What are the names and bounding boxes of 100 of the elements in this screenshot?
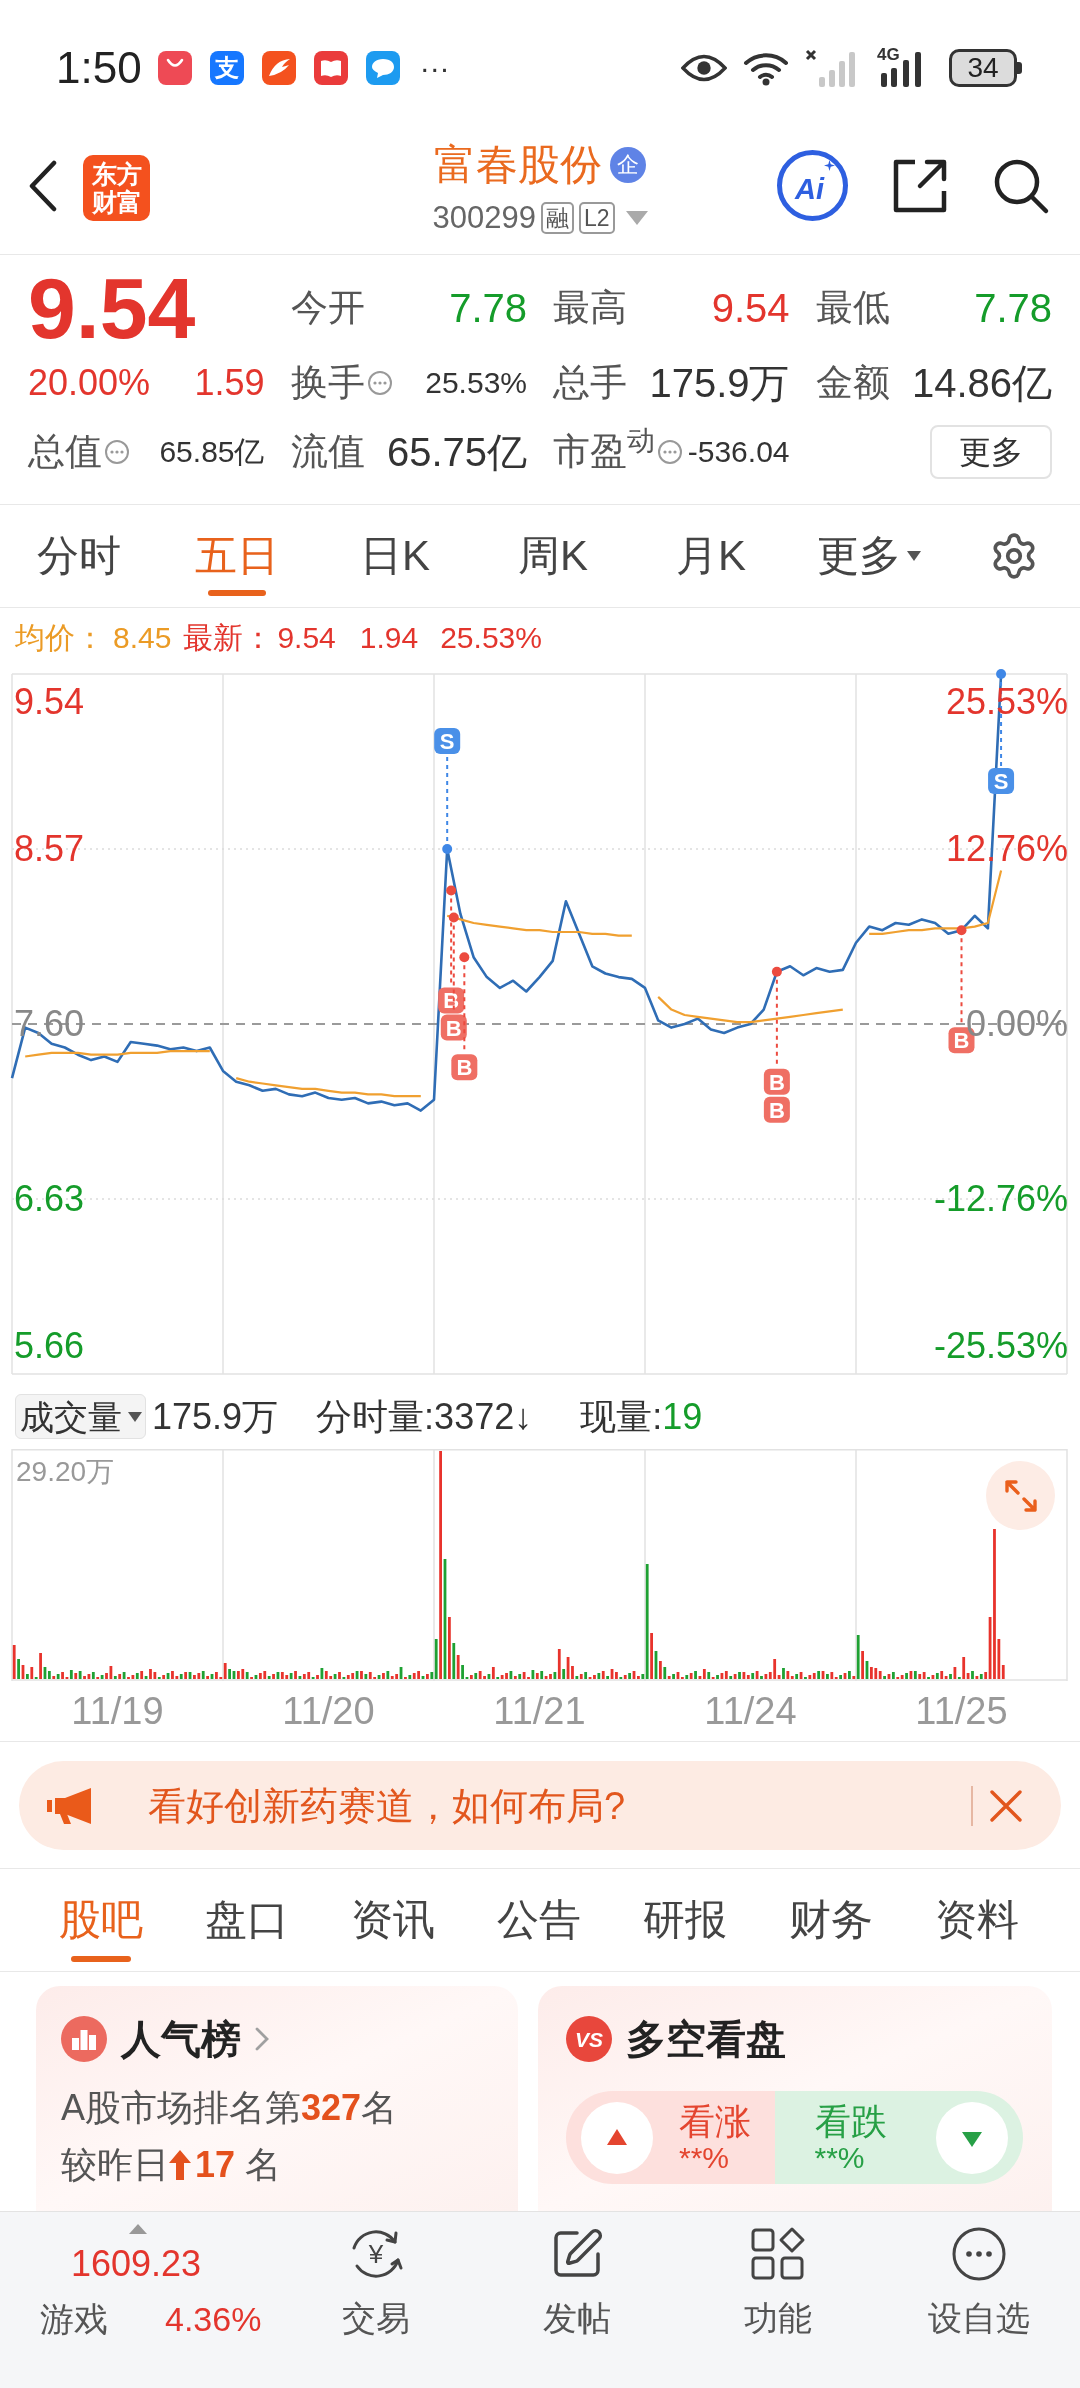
more-button[interactable]: 更多 xyxy=(930,425,1052,479)
sparkle-icon xyxy=(824,160,835,171)
info-icon[interactable] xyxy=(104,439,130,465)
price-axis-label: 8.57 xyxy=(14,827,85,871)
section-tab[interactable]: 资讯 xyxy=(320,1869,466,1971)
percent-change-value: 25.53% xyxy=(440,623,542,653)
price-axis-label: 5.66 xyxy=(14,1324,85,1368)
section-tab[interactable]: 财务 xyxy=(758,1869,904,1971)
shopping-bag-app-icon xyxy=(157,50,192,85)
section-tab[interactable]: 资料 xyxy=(904,1869,1050,1971)
clock-time: 1:50 xyxy=(56,45,142,90)
rank-change-value: 17 名 xyxy=(195,2147,282,2183)
date-axis-label: 11/19 xyxy=(71,1692,164,1730)
more-options-icon xyxy=(950,2226,1007,2282)
popularity-card[interactable]: 人气榜 A股市场排名第327名 较昨日 17 名 xyxy=(36,1986,518,2211)
info-icon[interactable] xyxy=(366,370,393,396)
nav-item[interactable]: 发帖 xyxy=(476,2212,677,2388)
price-axis-label: 9.54 xyxy=(14,680,85,724)
expand-icon xyxy=(1003,1478,1038,1513)
percent-change: 20.00% xyxy=(28,365,151,401)
stat-value: 25.53% xyxy=(425,368,527,398)
rank-text: A股市场排名第327名 xyxy=(61,2090,398,2126)
nav-item[interactable]: 设自选 xyxy=(878,2212,1079,2388)
price-change: 1.59 xyxy=(194,365,265,401)
more-notifications-text: ··· xyxy=(419,52,450,83)
date-axis-label: 11/24 xyxy=(704,1692,797,1730)
latest-price-label: 最新： xyxy=(183,623,274,653)
price-change-value: 1.94 xyxy=(359,623,419,653)
total-volume: 175.9万 xyxy=(152,1398,279,1435)
market-index-ticker[interactable]: 1609.23 游戏 4.36% xyxy=(0,2212,275,2388)
stock-tag: L2 xyxy=(578,202,615,234)
stock-code: 300299 xyxy=(432,200,536,236)
volume-stat: 分时量:3372↓ xyxy=(316,1398,533,1435)
chat-app-icon xyxy=(365,50,400,85)
card-title: 人气榜 xyxy=(121,2019,241,2059)
stock-tag: 融 xyxy=(540,202,574,234)
stat-label: 最低 xyxy=(815,286,890,330)
dropdown-caret-icon[interactable] xyxy=(625,211,648,225)
date-axis-label: 11/21 xyxy=(493,1692,586,1730)
payment-app-icon: 支 xyxy=(209,50,244,85)
percent-axis-label: -25.53% xyxy=(933,1324,1068,1368)
rank-change-label: 较昨日 xyxy=(61,2147,169,2183)
close-button[interactable] xyxy=(989,1788,1023,1823)
stat-label: 总值 xyxy=(28,430,102,474)
average-price-label: 均价： xyxy=(15,623,105,653)
book-app-icon xyxy=(313,50,348,85)
stat-value: 7.78 xyxy=(974,288,1052,328)
stat-value: 175.9万 xyxy=(649,363,790,403)
ai-assistant-button[interactable]: Ai xyxy=(777,150,848,221)
nav-item[interactable]: ¥ 交易 xyxy=(275,2212,476,2388)
stat-label: 总手 xyxy=(553,361,627,405)
stat-value: 7.78 xyxy=(449,288,527,328)
info-icon[interactable] xyxy=(657,439,683,465)
stat-value: 65.85亿 xyxy=(159,437,265,467)
apps-grid-icon xyxy=(749,2226,806,2282)
average-price-value: 8.45 xyxy=(113,623,172,653)
section-tab[interactable]: 研报 xyxy=(612,1869,758,1971)
chart-tab[interactable]: 分时 xyxy=(0,505,158,607)
latest-price-value: 9.54 xyxy=(277,623,336,653)
stat-label: 最高 xyxy=(553,286,627,330)
stat-value: 65.75亿 xyxy=(386,432,527,472)
stock-name: 富春股份 xyxy=(434,140,602,190)
chart-tab[interactable]: 周K xyxy=(474,505,632,607)
date-axis-label: 11/20 xyxy=(282,1692,375,1730)
versus-icon: VS xyxy=(566,2016,612,2062)
stat-value: 9.54 xyxy=(711,288,790,328)
enterprise-mark-icon: 企 xyxy=(610,147,646,183)
chart-tab[interactable]: 月K xyxy=(632,505,790,607)
percent-axis-label: -12.76% xyxy=(933,1177,1068,1221)
feather-app-icon xyxy=(261,50,296,85)
caret-icon xyxy=(907,551,921,561)
price-axis-label: 6.63 xyxy=(14,1177,85,1221)
caret-icon xyxy=(127,1411,142,1422)
stat-value: 14.86亿 xyxy=(911,363,1052,403)
stat-label: 金额 xyxy=(815,361,890,405)
share-icon[interactable] xyxy=(891,157,949,215)
stat-label: 流值 xyxy=(290,430,365,474)
search-icon[interactable] xyxy=(992,157,1050,215)
stat-value: -536.04 xyxy=(687,437,790,467)
close-icon xyxy=(990,1789,1022,1822)
eye-icon xyxy=(681,52,727,83)
nav-item[interactable]: 功能 xyxy=(677,2212,878,2388)
volume-max-label: 29.20万 xyxy=(16,1455,115,1489)
volume-indicator-dropdown[interactable]: 成交量 xyxy=(15,1394,146,1439)
caret-up-icon xyxy=(129,2224,147,2234)
section-tab[interactable]: 公告 xyxy=(466,1869,612,1971)
volume-stat: 现量:19 xyxy=(580,1398,703,1435)
last-price: 9.54 xyxy=(28,265,196,351)
back-icon[interactable] xyxy=(28,160,58,212)
stat-label: 今开 xyxy=(290,286,365,330)
chart-tab[interactable]: 更多 xyxy=(790,505,948,607)
date-axis-label: 11/25 xyxy=(915,1692,1008,1730)
chevron-right-icon xyxy=(255,2027,269,2051)
stat-label: 换手 xyxy=(290,361,365,405)
section-tab[interactable]: 盘口 xyxy=(174,1869,320,1971)
podium-icon xyxy=(61,2016,107,2062)
card-title: 多空看盘 xyxy=(626,2019,786,2059)
buy-signal-marker: B xyxy=(763,1096,790,1123)
chart-tab[interactable]: 日K xyxy=(316,505,474,607)
stat-label: 市盈$^{动}$ xyxy=(553,429,655,474)
